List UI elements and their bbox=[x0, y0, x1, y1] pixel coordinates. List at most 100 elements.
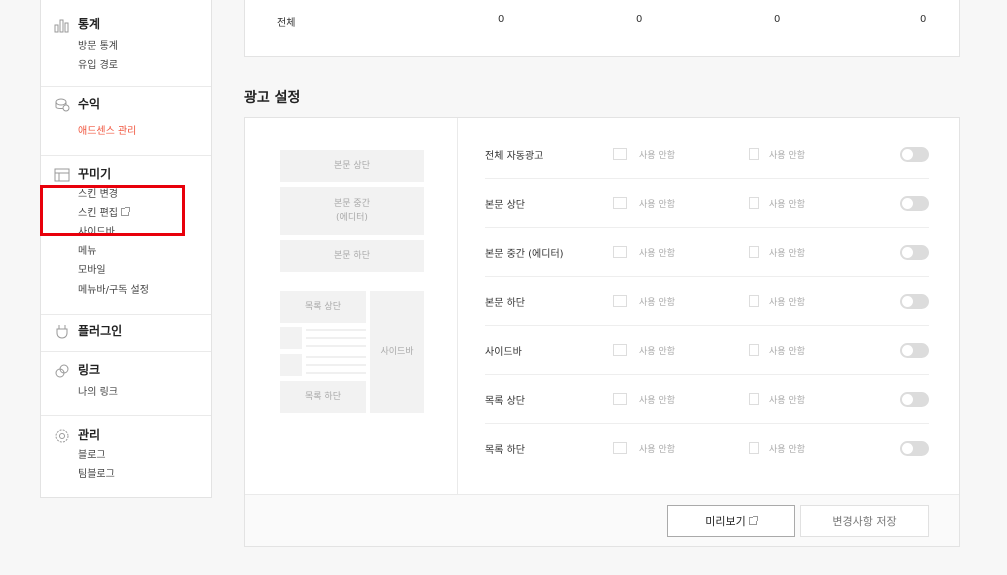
page-title: 광고 설정 bbox=[244, 90, 301, 106]
ad-toggle[interactable] bbox=[900, 294, 929, 309]
pc-checkbox[interactable] bbox=[613, 246, 627, 258]
mobile-option-label: 사용 안함 bbox=[769, 151, 805, 161]
mobile-option-label: 사용 안함 bbox=[769, 200, 805, 210]
ad-row-label: 목록 상단 bbox=[485, 396, 525, 407]
sidebar-section-title[interactable]: 통계 bbox=[78, 16, 100, 32]
pc-checkbox[interactable] bbox=[613, 148, 627, 160]
mobile-checkbox[interactable] bbox=[749, 442, 759, 454]
mobile-option-label: 사용 안함 bbox=[769, 347, 805, 357]
toggle-knob bbox=[902, 296, 913, 307]
summary-table: 전체 0 0 0 0 bbox=[244, 0, 960, 57]
summary-value: 0 bbox=[498, 14, 505, 25]
sidebar-section-title[interactable]: 꾸미기 bbox=[78, 166, 111, 182]
summary-value: 0 bbox=[774, 14, 781, 25]
sidebar-item-mobile[interactable]: 모바일 bbox=[78, 264, 106, 278]
sidebar-section-title[interactable]: 수익 bbox=[78, 96, 100, 112]
preview-body-middle-line2: (에디터) bbox=[336, 213, 368, 223]
toggle-knob bbox=[902, 198, 913, 209]
external-link-icon bbox=[748, 516, 758, 525]
preview-text-line bbox=[306, 356, 366, 358]
ad-toggle[interactable] bbox=[900, 343, 929, 358]
highlight-box bbox=[40, 185, 185, 236]
pc-checkbox[interactable] bbox=[613, 197, 627, 209]
ad-toggle[interactable] bbox=[900, 196, 929, 211]
mobile-checkbox[interactable] bbox=[749, 295, 759, 307]
link-icon bbox=[54, 362, 70, 380]
mobile-checkbox[interactable] bbox=[749, 246, 759, 258]
preview-list-bottom: 목록 하단 bbox=[280, 381, 366, 413]
preview-text-line bbox=[306, 372, 366, 374]
preview-body-middle: 본문 중간 (에디터) bbox=[280, 187, 424, 235]
preview-body-bottom: 본문 하단 bbox=[280, 240, 424, 272]
toggle-knob bbox=[902, 443, 913, 454]
mobile-option-label: 사용 안함 bbox=[769, 249, 805, 259]
summary-value: 0 bbox=[636, 14, 643, 25]
pc-option-label: 사용 안함 bbox=[639, 200, 675, 210]
preview-text-line bbox=[306, 329, 366, 331]
ad-row: 본문 중간 (에디터) 사용 안함 사용 안함 bbox=[485, 228, 929, 277]
preview-sidebar: 사이드바 bbox=[370, 291, 424, 413]
sidebar-item-visit-stats[interactable]: 방문 통계 bbox=[78, 40, 118, 54]
pc-option-label: 사용 안함 bbox=[639, 249, 675, 259]
pc-checkbox[interactable] bbox=[613, 393, 627, 405]
pc-option-label: 사용 안함 bbox=[639, 445, 675, 455]
ad-toggle[interactable] bbox=[900, 245, 929, 260]
ad-row-label: 사이드바 bbox=[485, 347, 522, 358]
pc-option-label: 사용 안함 bbox=[639, 298, 675, 308]
preview-thumb bbox=[280, 327, 302, 349]
save-button[interactable]: 변경사항 저장 bbox=[800, 505, 929, 537]
preview-button[interactable]: 미리보기 bbox=[667, 505, 795, 537]
sidebar: 통계 방문 통계 유입 경로 수익 애드센스 관리 꾸미기 스킨 변경 스킨 편… bbox=[40, 0, 212, 498]
summary-value: 0 bbox=[920, 14, 927, 25]
ad-row: 사이드바 사용 안함 사용 안함 bbox=[485, 326, 929, 375]
pc-option-label: 사용 안함 bbox=[639, 396, 675, 406]
bar-chart-icon bbox=[54, 16, 70, 34]
preview-text-line bbox=[306, 337, 366, 339]
ad-row: 본문 하단 사용 안함 사용 안함 bbox=[485, 277, 929, 326]
mobile-checkbox[interactable] bbox=[749, 344, 759, 356]
ad-toggle[interactable] bbox=[900, 441, 929, 456]
pc-checkbox[interactable] bbox=[613, 344, 627, 356]
sidebar-item-adsense[interactable]: 애드센스 관리 bbox=[78, 125, 136, 139]
sidebar-section-title[interactable]: 링크 bbox=[78, 362, 100, 378]
sidebar-item-menu[interactable]: 메뉴 bbox=[78, 245, 96, 259]
ad-toggle[interactable] bbox=[900, 392, 929, 407]
preview-text-line bbox=[306, 364, 366, 366]
divider bbox=[457, 118, 458, 494]
sidebar-section-plugin: 플러그인 bbox=[41, 315, 211, 352]
preview-body-top: 본문 상단 bbox=[280, 150, 424, 182]
mobile-option-label: 사용 안함 bbox=[769, 396, 805, 406]
preview-body-middle-line1: 본문 중간 bbox=[334, 199, 370, 209]
sidebar-item-team-blog[interactable]: 팀블로그 bbox=[78, 468, 115, 482]
preview-list-top: 목록 상단 bbox=[280, 291, 366, 323]
toggle-knob bbox=[902, 247, 913, 258]
pc-checkbox[interactable] bbox=[613, 442, 627, 454]
toggle-knob bbox=[902, 149, 913, 160]
ad-row-label: 본문 상단 bbox=[485, 200, 525, 211]
mobile-checkbox[interactable] bbox=[749, 197, 759, 209]
ad-row: 목록 상단 사용 안함 사용 안함 bbox=[485, 375, 929, 424]
plug-icon bbox=[54, 323, 70, 341]
preview-text-line bbox=[306, 345, 366, 347]
mobile-option-label: 사용 안함 bbox=[769, 298, 805, 308]
ad-row: 목록 하단 사용 안함 사용 안함 bbox=[485, 424, 929, 473]
pc-checkbox[interactable] bbox=[613, 295, 627, 307]
sidebar-section-manage: 관리 블로그 팀블로그 bbox=[41, 416, 211, 497]
layout-icon bbox=[54, 166, 70, 184]
ad-row-label: 본문 중간 (에디터) bbox=[485, 249, 564, 260]
sidebar-item-referrers[interactable]: 유입 경로 bbox=[78, 59, 118, 73]
ad-row-label: 목록 하단 bbox=[485, 445, 525, 456]
sidebar-item-my-links[interactable]: 나의 링크 bbox=[78, 386, 118, 400]
sidebar-item-blog[interactable]: 블로그 bbox=[78, 449, 106, 463]
ad-toggle[interactable] bbox=[900, 147, 929, 162]
mobile-checkbox[interactable] bbox=[749, 148, 759, 160]
ad-row: 본문 상단 사용 안함 사용 안함 bbox=[485, 179, 929, 228]
mobile-checkbox[interactable] bbox=[749, 393, 759, 405]
ad-row-label: 본문 하단 bbox=[485, 298, 525, 309]
sidebar-section-title[interactable]: 관리 bbox=[78, 427, 100, 443]
pc-option-label: 사용 안함 bbox=[639, 347, 675, 357]
toggle-knob bbox=[902, 345, 913, 356]
sidebar-section-title[interactable]: 플러그인 bbox=[78, 323, 122, 339]
preview-button-label: 미리보기 bbox=[705, 515, 746, 528]
sidebar-item-menubar-subscribe[interactable]: 메뉴바/구독 설정 bbox=[78, 284, 149, 298]
